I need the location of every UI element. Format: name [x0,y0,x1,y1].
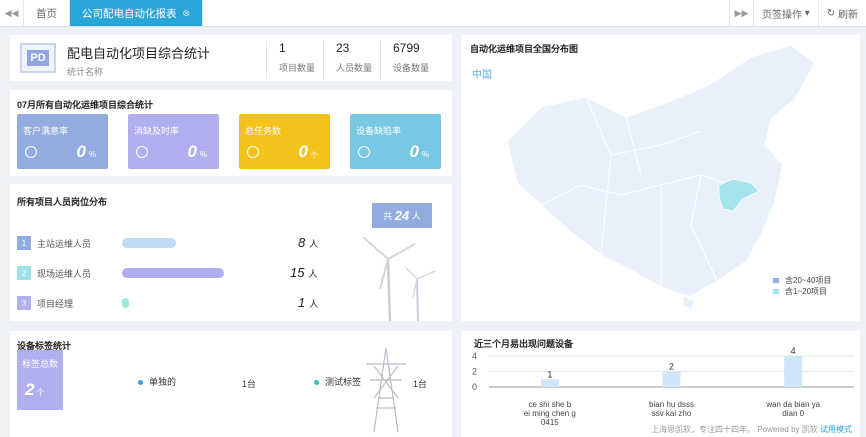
personnel-row: 2 现场运维人员 [17,266,127,280]
rank-number: 2 [17,266,31,280]
device-item-1: 单独的 [138,375,176,388]
map-legend-2[interactable]: 含1~20项目 [773,286,827,297]
stat-devices: 6799 设备数量 [380,41,429,79]
card-label: 总任务数 [245,126,282,136]
map-panel: 自动化运维项目全国分布图 中国 含20~40项目 含1~20项目 [461,35,860,321]
smile-icon [25,146,37,158]
footer-text: 上海思凯软，专注四十四年。 Powered by 凯软 试用模式 [651,424,852,435]
summary-subtitle: 统计名称 [67,67,104,77]
tab-home[interactable]: 首页 [24,0,70,26]
y-tick-label: 2 [472,367,477,377]
data-label: 1 [547,369,552,379]
refresh-icon: ↻ [826,7,836,19]
card-label: 消缺及时率 [134,126,180,136]
card-value: 0 [409,142,419,161]
pd-logo: PD [20,43,56,73]
device-item-1-count: 1台 [242,379,257,389]
rank-number: 1 [17,236,31,250]
summary-panel: PD 配电自动化项目综合统计 统计名称 1 项目数量 23 人员数量 6799 设备数… [10,35,452,81]
card-unit: % [421,150,429,159]
card-unit: % [88,150,96,159]
task-icon [247,146,259,158]
personnel-count: 8人 [298,235,319,250]
device-total-box: 标签总数 2个 [17,350,63,410]
card-customer-satisfaction[interactable]: 客户满意率 0 % [17,114,108,169]
map-legend-1[interactable]: 含20~40项目 [773,275,831,286]
summary-title: 配电自动化项目综合统计 [67,46,211,61]
tab-scroll-left-button[interactable]: ◀◀ [0,0,24,26]
personnel-total-badge: 共 24 人 [372,203,432,228]
personnel-title: 所有项目人员岗位分布 [17,197,108,207]
stat-projects: 1 项目数量 [266,41,315,79]
x-tick-label: wan da bian ya dian 0 [765,400,820,418]
role-name: 主站运维人员 [37,238,92,249]
problem-devices-chart: 0 2 4 1 ce shi she b ei ming chen g 0415 2 bian … [472,346,854,427]
personnel-bar [122,238,177,248]
device-item-2-count: 1台 [413,379,428,389]
x-tick-label: bian hu dsss ssv kai zho [649,400,694,418]
x-tick-label: ce shi she b ei ming chen g 0415 [524,400,576,427]
device-item-2: 测试标签 [314,375,361,388]
card-label: 设备缺陷率 [356,126,402,136]
monthly-panel: 07月所有自动化运维项目综合统计 客户满意率 0 % 消缺及时率 0 % 总任务数 … [10,90,452,176]
card-device-defect-rate[interactable]: 设备缺陷率 0 % [350,114,441,169]
y-tick-label: 0 [472,382,477,392]
personnel-row: 3 项目经理 [17,296,127,310]
refresh-button[interactable]: ↻ 刷新 [817,0,866,26]
card-unit: % [199,150,207,159]
equipment-icon [358,146,370,158]
card-unit: 个 [310,151,318,160]
data-label: 4 [791,346,796,356]
monthly-title: 07月所有自动化运维项目综合统计 [17,100,154,110]
power-tower-icon [366,347,406,433]
problem-devices-panel: 近三个月易出现问题设备 0 2 4 1 ce shi she b ei ming chen… [461,331,860,437]
wind-turbine-icon [362,236,436,321]
page-ops-dropdown[interactable]: 页签操作 ▾ [753,0,818,26]
personnel-row: 1 主站运维人员 [17,236,127,250]
y-tick-label: 4 [472,351,477,361]
devices-panel: 设备标签统计 标签总数 2个 单独的 1台 测试标签 1台 [10,331,452,437]
tab-bar: ◀◀ 首页 公司配电自动化报表 ⊗ ▶▶ 页签操作 ▾ ↻ 刷新 [0,0,866,27]
personnel-bar [122,298,129,308]
card-total-tasks[interactable]: 总任务数 0 个 [239,114,330,169]
personnel-panel: 所有项目人员岗位分布 1 主站运维人员 8 人 2 现场运维人员 15 人 3 项目经理 1 人… [10,184,452,321]
bar [540,379,559,387]
close-icon[interactable]: ⊗ [183,8,191,19]
card-defect-timeliness[interactable]: 消缺及时率 0 % [128,114,219,169]
tab-scroll-right-button[interactable]: ▶▶ [729,0,753,26]
bar [662,371,681,387]
tab-distribution-report[interactable]: 公司配电自动化报表 ⊗ [70,0,204,26]
role-name: 现场运维人员 [37,268,92,279]
personnel-bar [122,268,224,278]
bar [784,356,803,387]
personnel-count: 15 人 [290,265,318,280]
rank-number: 3 [17,296,31,310]
card-label: 客户满意率 [23,126,69,136]
card-value: 0 [187,142,197,161]
clock-icon [136,146,148,158]
card-value: 0 [298,142,308,161]
data-label: 2 [669,362,674,372]
personnel-count: 1人 [298,295,319,310]
card-value: 0 [76,142,86,161]
role-name: 项目经理 [37,298,74,309]
stat-people: 23 人员数量 [323,41,372,79]
